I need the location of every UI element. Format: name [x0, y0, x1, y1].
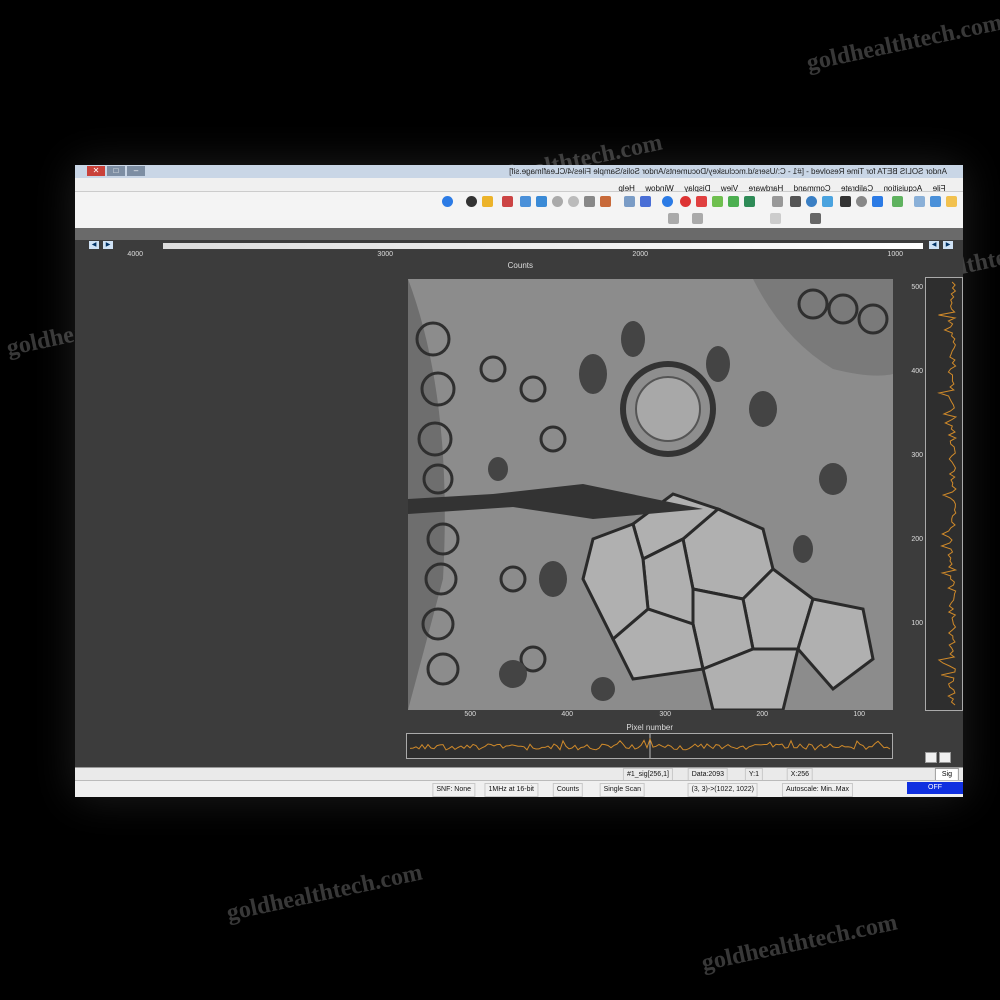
- print-icon[interactable]: [914, 196, 925, 207]
- close-button[interactable]: ✕: [87, 166, 105, 176]
- info-icon[interactable]: [662, 196, 673, 207]
- contrast-icon[interactable]: [466, 196, 477, 207]
- top-tick-label: 2000: [632, 251, 648, 258]
- record-icon[interactable]: [552, 196, 563, 207]
- display-icon[interactable]: [728, 196, 739, 207]
- y-tick-label: 300: [911, 452, 923, 459]
- save-icon[interactable]: [930, 196, 941, 207]
- cell-structure-graphic: [408, 279, 893, 710]
- temperature-icon[interactable]: [502, 196, 513, 207]
- nav-right-icon[interactable]: ▶: [929, 241, 939, 249]
- top-tick-label: 1000: [887, 251, 903, 258]
- color-map-icon[interactable]: [482, 196, 493, 207]
- counts-axis-label: Counts: [507, 261, 533, 270]
- circle-icon[interactable]: [680, 196, 691, 207]
- chart-icon[interactable]: [624, 196, 635, 207]
- x-tick-label: 100: [853, 711, 865, 718]
- maximize-button[interactable]: □: [107, 166, 125, 176]
- scale-icon[interactable]: [584, 196, 595, 207]
- acquisition-status-indicator: OFF: [907, 782, 963, 794]
- readout-status: 1MHz at 16-bit: [484, 783, 538, 797]
- horizontal-profile-trace: [409, 734, 891, 758]
- palette-icon[interactable]: [600, 196, 611, 207]
- snr-status: SNF: None: [432, 783, 475, 797]
- zoom-icon[interactable]: [772, 196, 783, 207]
- nav-left-icon[interactable]: ◀: [103, 241, 113, 249]
- nav-right-icon[interactable]: ▶: [89, 241, 99, 249]
- x-tick-label: 500: [464, 711, 476, 718]
- settings-icon[interactable]: [806, 196, 817, 207]
- y-tick-label: 400: [911, 368, 923, 375]
- abort-icon[interactable]: [840, 196, 851, 207]
- top-tick-label: 3000: [377, 251, 393, 258]
- crosshair-icon[interactable]: [770, 213, 781, 224]
- peak-icon[interactable]: [640, 196, 651, 207]
- region-status: (3, 3)->(1022, 1022): [687, 783, 758, 797]
- marker-icon[interactable]: [696, 196, 707, 207]
- solis-window: Andor SOLIS BETA for Time Resolved - [#1…: [75, 165, 963, 797]
- signal-tab-bar: Sig X:256 Y:1 Data:2093 #1_sig[256,1]: [75, 767, 963, 782]
- y-tick-label: 500: [911, 284, 923, 291]
- x-tick-label: 200: [756, 711, 768, 718]
- scan-status: Single Scan: [599, 783, 645, 797]
- stop-icon[interactable]: [856, 196, 867, 207]
- window-title: Andor SOLIS BETA for Time Resolved - [#1…: [509, 167, 947, 176]
- pixel-axis-label: Pixel number: [626, 723, 673, 732]
- autoscale-status: Autoscale: Min..Max: [781, 783, 853, 797]
- nav-left-icon[interactable]: ◀: [943, 241, 953, 249]
- sample-icon[interactable]: [668, 213, 679, 224]
- y-tick-label: 100: [911, 620, 923, 627]
- x-tick-label: 400: [561, 711, 573, 718]
- run-icon[interactable]: [872, 196, 883, 207]
- watermark: goldhealthtech.com: [804, 9, 1000, 77]
- horizontal-profile-plot: [406, 733, 893, 759]
- grid-icon[interactable]: [744, 196, 755, 207]
- bottle-icon[interactable]: [692, 213, 703, 224]
- mode-status: Counts: [552, 783, 583, 797]
- disk-icon[interactable]: [568, 196, 579, 207]
- camera-settings-icon[interactable]: [536, 196, 547, 207]
- y-tick-label: 200: [911, 536, 923, 543]
- micrograph-image[interactable]: [408, 279, 893, 710]
- watermark: goldhealthtech.com: [224, 859, 425, 927]
- vertical-profile-trace: [937, 281, 958, 706]
- minimize-button[interactable]: –: [127, 166, 145, 176]
- help-icon[interactable]: [442, 196, 453, 207]
- toolbar: [75, 192, 963, 228]
- open-folder-icon[interactable]: [946, 196, 957, 207]
- zoom-out-icon[interactable]: [925, 752, 937, 763]
- status-bar: Autoscale: Min..Max (3, 3)->(1022, 1022)…: [75, 780, 963, 797]
- x-tick-label: 300: [659, 711, 671, 718]
- menu-bar: File Acquisition Calibrate Command Hardw…: [75, 178, 963, 193]
- shutter-icon[interactable]: [520, 196, 531, 207]
- camera-icon[interactable]: [790, 196, 801, 207]
- separator-band: [75, 228, 963, 240]
- vertical-profile-plot: [925, 277, 963, 711]
- copy-icon[interactable]: [892, 196, 903, 207]
- video-icon[interactable]: [822, 196, 833, 207]
- top-tick-label: 4000: [127, 251, 143, 258]
- counts-colorbar: [163, 243, 923, 249]
- watermark: goldhealthtech.com: [699, 909, 900, 977]
- zoom-in-icon[interactable]: [939, 752, 951, 763]
- down-arrow-icon[interactable]: [712, 196, 723, 207]
- cursor-icon[interactable]: [810, 213, 821, 224]
- title-bar: Andor SOLIS BETA for Time Resolved - [#1…: [75, 165, 963, 178]
